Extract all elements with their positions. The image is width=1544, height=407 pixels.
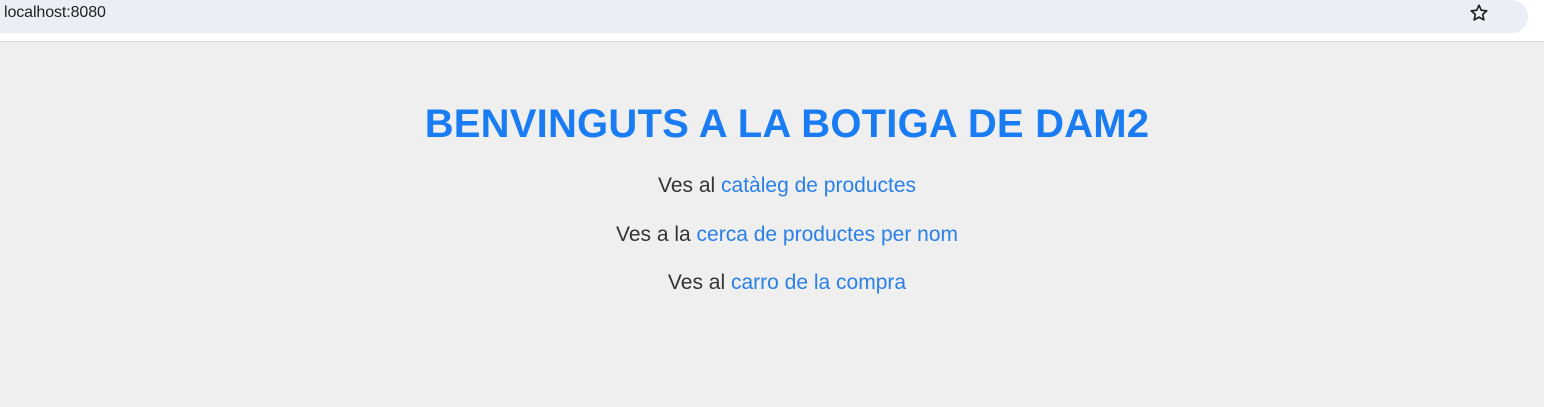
cart-line: Ves al carro de la compra — [0, 271, 1544, 295]
url-text[interactable]: localhost:8080 — [4, 4, 106, 22]
page-title: BENVINGUTS A LA BOTIGA DE DAM2 — [424, 102, 1150, 146]
address-bar[interactable]: localhost:8080 — [0, 0, 1528, 33]
cart-prefix: Ves al — [667, 271, 726, 294]
search-link[interactable]: cerca de productes per nom — [697, 223, 958, 246]
catalog-link[interactable]: catàleg de productes — [721, 174, 916, 197]
page-content: BENVINGUTS A LA BOTIGA DE DAM2 Ves al ca… — [0, 42, 1544, 407]
catalog-line: Ves al catàleg de productes — [0, 174, 1544, 198]
browser-toolbar: localhost:8080 — [0, 0, 1544, 42]
search-line: Ves a la cerca de productes per nom — [0, 223, 1544, 247]
star-icon[interactable] — [1468, 2, 1490, 24]
search-prefix: Ves a la — [615, 223, 691, 246]
catalog-prefix: Ves al — [657, 174, 716, 197]
cart-link[interactable]: carro de la compra — [731, 271, 906, 294]
